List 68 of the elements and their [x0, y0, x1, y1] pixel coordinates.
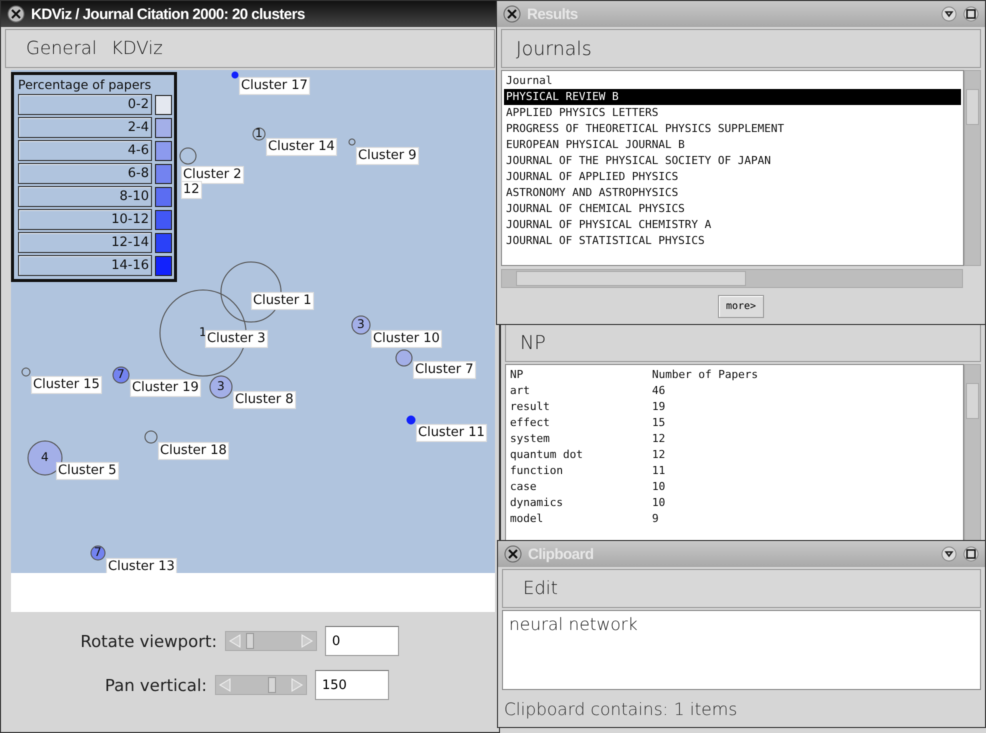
list-row[interactable]: JOURNAL OF CHEMICAL PHYSICS: [504, 201, 961, 217]
clipboard-text: neural network: [509, 615, 638, 635]
legend-range: 14-16: [18, 255, 152, 276]
window-title: KDViz / Journal Citation 2000: 20 clusters: [31, 6, 305, 22]
menu-item[interactable]: General: [26, 38, 97, 59]
list-row[interactable]: system 12: [508, 431, 961, 447]
legend-range: 12-14: [18, 232, 152, 253]
cluster-label[interactable]: Cluster 1: [251, 292, 314, 310]
legend-range: 2-4: [18, 117, 152, 138]
cluster-label[interactable]: Cluster 19: [130, 379, 201, 397]
cluster-label[interactable]: Cluster 5: [56, 462, 119, 480]
cluster-label[interactable]: Cluster 8: [233, 391, 296, 409]
list-row[interactable]: Journal: [504, 73, 961, 89]
cluster-count: 3: [217, 380, 225, 392]
cluster-count: 7: [94, 546, 102, 558]
legend-range: 4-6: [18, 140, 152, 161]
cluster-count: 1: [255, 127, 263, 139]
menu-item[interactable]: KDViz: [110, 38, 163, 59]
cluster-label[interactable]: Cluster 17: [239, 77, 310, 95]
cluster-label[interactable]: Cluster 11: [416, 424, 487, 442]
cluster-count: 7: [117, 368, 125, 380]
legend-range: 6-8: [18, 163, 152, 184]
cluster-label[interactable]: Cluster 3: [205, 330, 268, 348]
legend-range: 0-2: [18, 94, 152, 115]
cluster-count: 3: [357, 318, 365, 330]
cluster-label[interactable]: Cluster 10: [371, 330, 442, 348]
cluster-label[interactable]: Cluster 13: [106, 558, 177, 573]
window-title: Clipboard: [528, 546, 594, 562]
list-row[interactable]: effect 15: [508, 415, 961, 431]
panel-title: Journals: [516, 38, 592, 60]
cluster-label[interactable]: Cluster 7: [413, 361, 476, 379]
list-row[interactable]: JOURNAL OF THE PHYSICAL SOCIETY OF JAPAN: [504, 153, 961, 169]
value-field[interactable]: 150: [315, 670, 389, 700]
clipboard-text-area[interactable]: neural network: [502, 610, 981, 690]
cluster-label[interactable]: Cluster 14: [266, 138, 337, 156]
list-row[interactable]: function 11: [508, 463, 961, 479]
list-row[interactable]: art 46: [508, 383, 961, 399]
cluster-label[interactable]: Cluster 15: [31, 376, 102, 394]
list-row[interactable]: PROGRESS OF THEORETICAL PHYSICS SUPPLEMENT: [504, 121, 961, 137]
legend-range: 8-10: [18, 186, 152, 207]
slider-label: Rotate viewport:: [79, 632, 217, 650]
cluster-label[interactable]: Cluster 2: [181, 166, 244, 184]
legend-range: 10-12: [18, 209, 152, 230]
list-row[interactable]: result 19: [508, 399, 961, 415]
more-button[interactable]: more>: [718, 295, 764, 318]
list-row[interactable]: JOURNAL OF PHYSICAL CHEMISTRY A: [504, 217, 961, 233]
list-row[interactable]: model 9: [508, 511, 961, 527]
list-row[interactable]: JOURNAL OF STATISTICAL PHYSICS: [504, 233, 961, 249]
list-row[interactable]: dynamics 10: [508, 495, 961, 511]
menu-item[interactable]: Edit: [523, 578, 558, 599]
list-row[interactable]: APPLIED PHYSICS LETTERS: [504, 105, 961, 121]
list-row[interactable]: EUROPEAN PHYSICAL JOURNAL B: [504, 137, 961, 153]
list-row[interactable]: quantum dot 12: [508, 447, 961, 463]
status-text: Clipboard contains: 1 items: [503, 699, 738, 720]
panel-title: NP: [520, 332, 546, 354]
legend-title: Percentage of papers: [18, 77, 152, 92]
list-row[interactable]: JOURNAL OF APPLIED PHYSICS: [504, 169, 961, 185]
cluster-label[interactable]: 12: [181, 181, 202, 199]
list-row[interactable]: ASTRONOMY AND ASTROPHYSICS: [504, 185, 961, 201]
cluster-label[interactable]: Cluster 9: [356, 147, 419, 165]
list-header: NP Number of Papers: [509, 367, 759, 383]
list-row[interactable]: PHYSICAL REVIEW B: [504, 89, 961, 105]
value-field[interactable]: 0: [325, 626, 399, 656]
slider-label: Pan vertical:: [104, 676, 207, 694]
cluster-count: 1: [199, 326, 207, 338]
list-row[interactable]: case 10: [508, 479, 961, 495]
cluster-count: 4: [41, 451, 49, 463]
cluster-label[interactable]: Cluster 18: [158, 442, 229, 460]
